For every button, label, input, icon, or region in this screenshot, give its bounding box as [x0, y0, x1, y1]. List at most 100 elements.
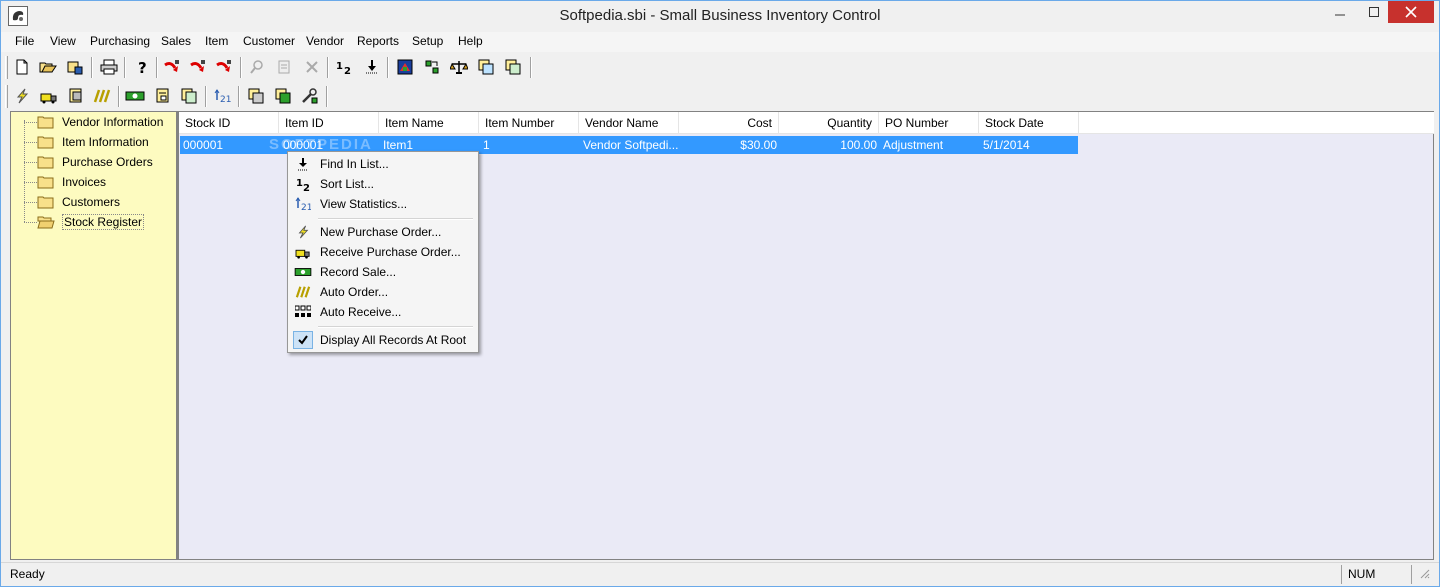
cell-quantity: 100.00 — [840, 138, 877, 152]
title-bar[interactable]: Softpedia.sbi - Small Business Inventory… — [1, 1, 1439, 32]
status-bar: Ready NUM — [1, 562, 1439, 586]
red-arrow-icon — [190, 60, 205, 72]
menu-view[interactable]: View — [50, 34, 76, 48]
record-sale-button[interactable] — [124, 85, 146, 107]
document-stack-icon — [69, 88, 82, 103]
report-chart-button[interactable] — [394, 56, 416, 78]
toolbar-separator — [118, 86, 120, 107]
column-header-item-number[interactable]: Item Number — [479, 112, 579, 134]
vendor-arrow-button[interactable] — [161, 56, 183, 78]
menu-sales[interactable]: Sales — [161, 34, 191, 48]
tree-item-customers[interactable]: Customers — [37, 193, 120, 211]
save-button[interactable] — [64, 56, 86, 78]
item-arrow-button[interactable] — [187, 56, 209, 78]
toolbar-grip[interactable] — [5, 85, 8, 108]
column-header-item-name[interactable]: Item Name — [379, 112, 479, 134]
tree-item-item-information[interactable]: Item Information — [37, 133, 149, 151]
windows-tile-button[interactable] — [502, 56, 524, 78]
menu-item-display-all-records[interactable]: Display All Records At Root — [290, 330, 476, 350]
tree-item-label: Item Information — [62, 135, 149, 149]
column-header-item-id[interactable]: Item ID — [279, 112, 379, 134]
menu-reports[interactable]: Reports — [357, 34, 399, 48]
tree-item-stock-register[interactable]: Stock Register — [37, 213, 145, 231]
menu-help[interactable]: Help — [458, 34, 483, 48]
toolbar-separator — [327, 57, 329, 78]
cell-vendor-name: Vendor Softpedi... — [583, 138, 679, 152]
maximize-button[interactable] — [1357, 1, 1391, 23]
menu-item-sort-list[interactable]: 12 Sort List... — [290, 174, 476, 194]
scale-button[interactable] — [448, 56, 470, 78]
tree-item-label: Invoices — [62, 175, 107, 189]
delete-x-icon — [306, 61, 318, 73]
menu-item-record-sale[interactable]: Record Sale... — [290, 262, 476, 282]
menu-customer[interactable]: Customer — [243, 34, 295, 48]
new-file-button[interactable] — [11, 56, 33, 78]
windows-cascade-button[interactable] — [475, 56, 497, 78]
receive-batch-button[interactable] — [65, 85, 87, 107]
find-in-list-button[interactable] — [361, 56, 383, 78]
sort-numbers-icon: 12 — [336, 61, 351, 75]
cell-cost: $30.00 — [740, 138, 777, 152]
main-toolbar: ? 12 — [1, 53, 1439, 82]
menu-item-auto-order[interactable]: Auto Order... — [290, 282, 476, 302]
auto-receive-icon — [293, 304, 313, 320]
column-header-stock-id[interactable]: Stock ID — [179, 112, 279, 134]
tree-item-vendor-information[interactable]: Vendor Information — [37, 113, 163, 131]
tools-button[interactable] — [299, 85, 321, 107]
menu-purchasing[interactable]: Purchasing — [90, 34, 150, 48]
window-title: Softpedia.sbi - Small Business Inventory… — [559, 7, 881, 24]
print-button[interactable] — [98, 56, 120, 78]
invoice-icon — [156, 88, 169, 103]
auto-order-button[interactable] — [91, 85, 113, 107]
menu-item[interactable]: Item — [205, 34, 228, 48]
toolbar-separator — [238, 86, 240, 107]
tree-item-invoices[interactable]: Invoices — [37, 173, 106, 191]
menu-file[interactable]: File — [15, 34, 34, 48]
help-button[interactable]: ? — [131, 56, 153, 78]
menu-setup[interactable]: Setup — [412, 34, 443, 48]
menu-item-find-in-list[interactable]: Find In List... — [290, 154, 476, 174]
resize-grip[interactable] — [1411, 565, 1437, 584]
toolbar-separator — [91, 57, 93, 78]
menu-item-receive-purchase-order[interactable]: Receive Purchase Order... — [290, 242, 476, 262]
tree-connector — [24, 142, 37, 143]
svg-text:21: 21 — [301, 203, 311, 212]
new-purchase-order-button[interactable] — [11, 85, 33, 107]
minimize-button[interactable] — [1323, 1, 1357, 23]
toolbar-grip[interactable] — [5, 56, 8, 79]
cash-icon — [293, 264, 313, 280]
customer-arrow-button[interactable] — [213, 56, 235, 78]
color-chart-icon — [397, 59, 413, 75]
secondary-toolbar: 21 — [1, 82, 1439, 111]
sort-button[interactable]: 12 — [333, 56, 355, 78]
tree-connector — [24, 222, 37, 223]
column-header-po-number[interactable]: PO Number — [879, 112, 979, 134]
invoice-button[interactable] — [152, 85, 174, 107]
printer-icon — [100, 59, 118, 75]
invoice-batch-button[interactable] — [178, 85, 200, 107]
report-green-button[interactable] — [272, 85, 294, 107]
find-button — [246, 56, 268, 78]
tools-icon — [302, 88, 318, 104]
report-button[interactable] — [245, 85, 267, 107]
close-button[interactable] — [1388, 1, 1434, 23]
column-header-quantity[interactable]: Quantity — [779, 112, 879, 134]
report-stack-icon — [275, 88, 291, 104]
menu-item-view-statistics[interactable]: 21 View Statistics... — [290, 194, 476, 214]
cash-icon — [125, 91, 145, 101]
open-file-button[interactable] — [37, 56, 59, 78]
gear-icon — [425, 60, 439, 74]
menu-item-new-purchase-order[interactable]: New Purchase Order... — [290, 222, 476, 242]
tree-item-purchase-orders[interactable]: Purchase Orders — [37, 153, 153, 171]
column-header-stock-date[interactable]: Stock Date — [979, 112, 1079, 134]
close-icon — [1405, 6, 1417, 18]
truck-icon — [40, 93, 57, 104]
view-statistics-button[interactable]: 21 — [212, 85, 234, 107]
column-header-cost[interactable]: Cost — [679, 112, 779, 134]
menu-vendor[interactable]: Vendor — [306, 34, 344, 48]
toolbar-separator — [530, 57, 532, 78]
column-header-vendor-name[interactable]: Vendor Name — [579, 112, 679, 134]
menu-item-auto-receive[interactable]: Auto Receive... — [290, 302, 476, 322]
receive-purchase-order-button[interactable] — [38, 85, 60, 107]
gear-transfer-button[interactable] — [421, 56, 443, 78]
